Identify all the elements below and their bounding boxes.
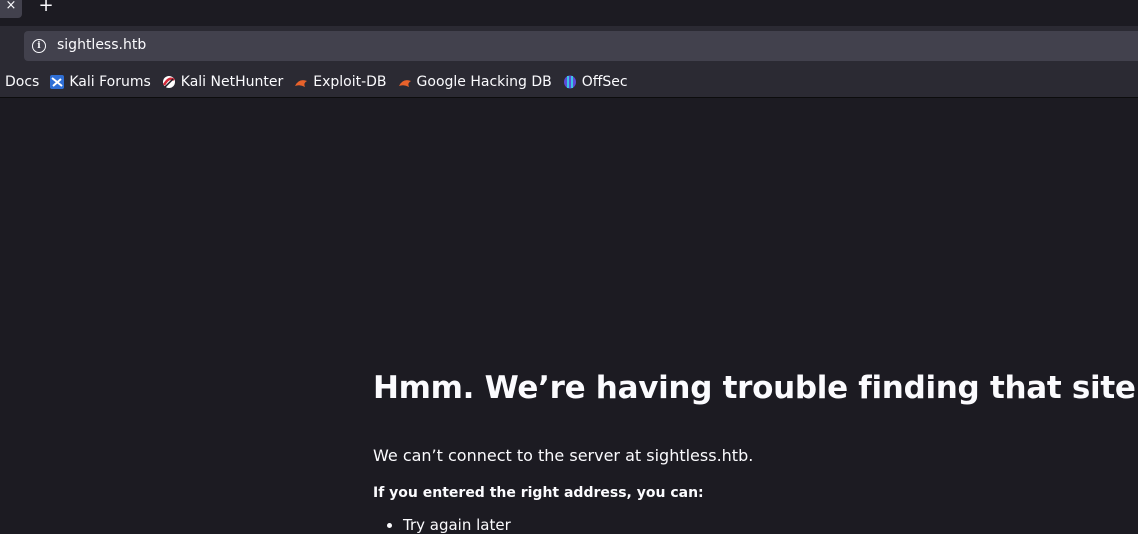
bookmark-label: Docs [5, 73, 40, 90]
suggestion-item: Try again later [403, 516, 511, 534]
bookmark-google-hacking-db[interactable]: Google Hacking DB [398, 74, 552, 90]
exploit-db-icon [295, 79, 308, 87]
google-hacking-db-icon [398, 79, 411, 87]
bookmarks-toolbar: Docs Kali Forums Kali NetHunter Exploit-… [0, 66, 1138, 98]
page-content: Hmm. We’re having trouble finding that s… [0, 98, 1138, 534]
suggestion-list: Try again later [373, 516, 511, 534]
bookmark-docs[interactable]: Docs [5, 74, 39, 90]
bookmark-label: Kali NetHunter [180, 73, 284, 90]
bookmark-kali-nethunter[interactable]: Kali NetHunter [162, 74, 283, 90]
address-bar[interactable]: i sightless.htb [24, 31, 1138, 61]
bookmark-label: OffSec [581, 73, 628, 90]
bookmark-exploit-db[interactable]: Exploit-DB [294, 73, 387, 90]
error-subheading: If you entered the right address, you ca… [373, 485, 704, 501]
kali-nethunter-icon [162, 75, 175, 88]
bookmark-label: Google Hacking DB [416, 73, 552, 90]
error-description: We can’t connect to the server at sightl… [373, 446, 754, 465]
navigation-toolbar: i sightless.htb [0, 26, 1138, 66]
tab-strip: × + [0, 0, 1138, 26]
url-text[interactable]: sightless.htb [57, 37, 146, 53]
kali-forums-icon [50, 74, 65, 89]
info-icon[interactable]: i [32, 39, 46, 53]
close-tab-icon[interactable]: × [0, 0, 22, 18]
new-tab-button[interactable]: + [36, 0, 56, 17]
offsec-icon [563, 75, 576, 88]
error-title: Hmm. We’re having trouble finding that s… [373, 370, 1138, 406]
bookmark-label: Kali Forums [69, 73, 151, 90]
bookmark-kali-forums[interactable]: Kali Forums [50, 73, 151, 90]
bookmark-label: Exploit-DB [313, 73, 387, 90]
bookmark-offsec[interactable]: OffSec [563, 74, 628, 90]
